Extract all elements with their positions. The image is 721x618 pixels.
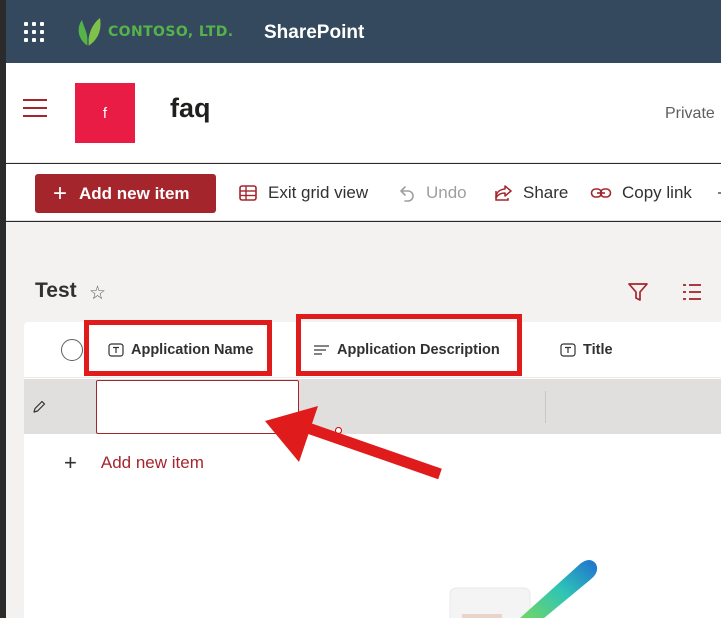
annotation-arrow bbox=[265, 406, 442, 480]
empty-state-illustration bbox=[449, 560, 598, 618]
